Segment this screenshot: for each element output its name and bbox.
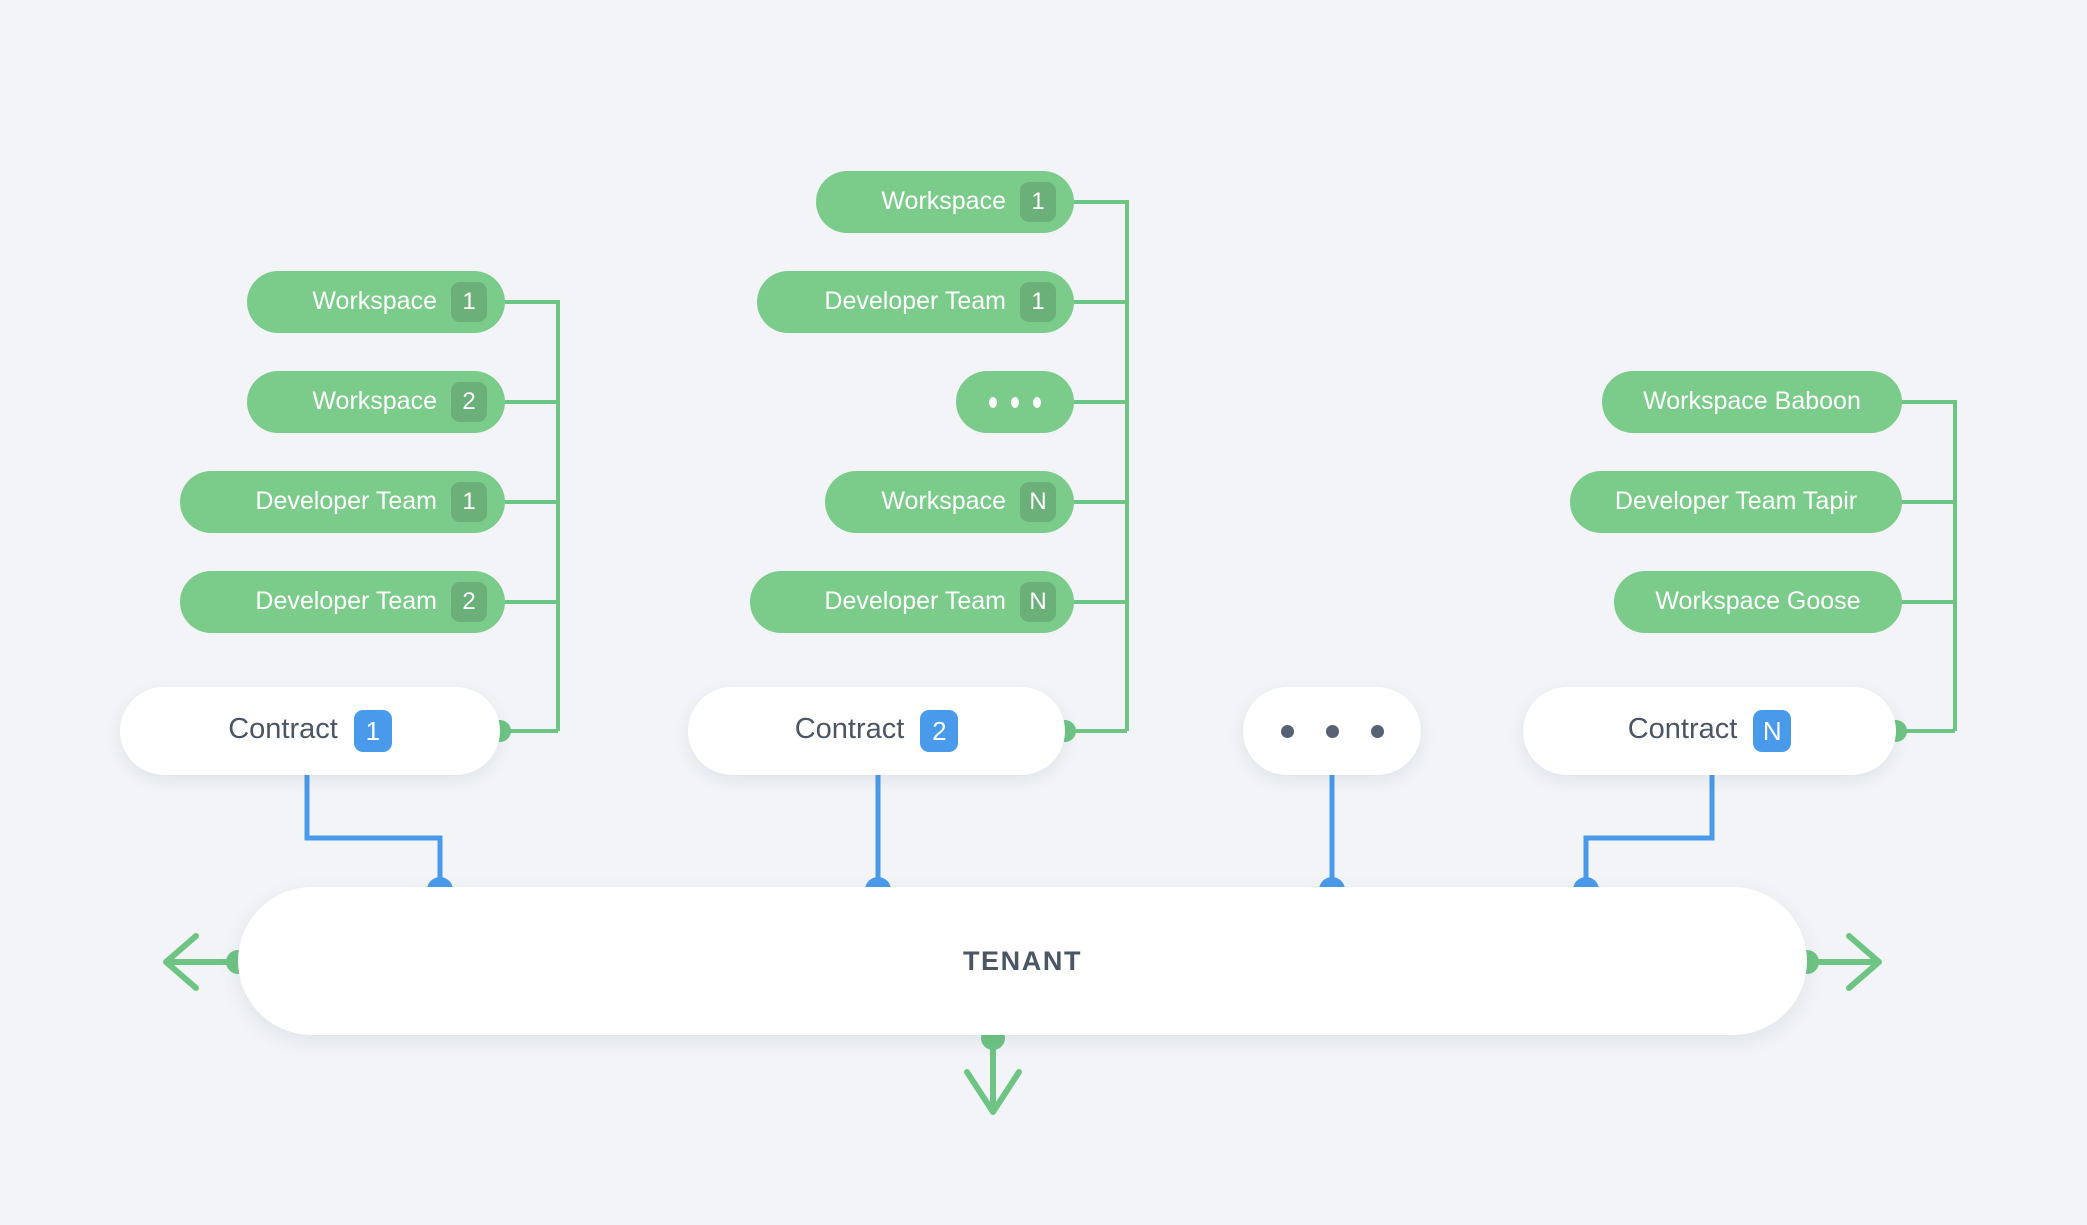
resource-pill[interactable]: Workspace Baboon: [1602, 371, 1902, 433]
resource-label: Workspace: [312, 386, 437, 415]
resource-pill[interactable]: Developer Team Tapir: [1570, 471, 1902, 533]
diagram-canvas: Workspace 1 Workspace 2 Developer Team 1…: [0, 0, 2087, 1225]
resource-label: Workspace: [881, 486, 1006, 515]
resource-badge: 2: [451, 382, 487, 422]
resource-label: Workspace Baboon: [1643, 386, 1861, 415]
contract-badge: N: [1753, 710, 1792, 752]
contract-node-ellipsis[interactable]: [1243, 687, 1421, 775]
tenant-label: TENANT: [962, 945, 1083, 976]
resource-badge: 1: [451, 282, 487, 322]
ellipsis-dot-icon: [989, 396, 997, 408]
contract-node[interactable]: Contract N: [1523, 687, 1896, 775]
resource-badge: 2: [451, 582, 487, 622]
resource-pill[interactable]: Workspace Goose: [1614, 571, 1902, 633]
resource-label: Developer Team Tapir: [1614, 486, 1858, 515]
resource-label: Developer Team: [824, 286, 1006, 315]
contract-badge: 2: [920, 710, 959, 752]
resource-pill[interactable]: Workspace 1: [816, 171, 1074, 233]
resource-pill[interactable]: Developer Team 1: [757, 271, 1074, 333]
resource-badge: 1: [451, 482, 487, 522]
resource-pill[interactable]: Workspace N: [825, 471, 1074, 533]
resource-label: Workspace Goose: [1655, 586, 1861, 615]
ellipsis-dot-icon: [1370, 724, 1384, 738]
contract-label: Contract: [794, 713, 905, 745]
resource-pill[interactable]: Developer Team 2: [180, 571, 505, 633]
resource-pill[interactable]: Developer Team 1: [180, 471, 505, 533]
ellipsis-dot-icon: [1325, 724, 1339, 738]
ellipsis-dot-icon: [1011, 396, 1019, 408]
resource-label: Developer Team: [255, 586, 437, 615]
resource-pill[interactable]: Developer Team N: [750, 571, 1074, 633]
contract-label: Contract: [228, 713, 338, 745]
resource-label: Developer Team: [824, 586, 1006, 615]
resource-pill-ellipsis[interactable]: [956, 371, 1074, 433]
ellipsis-dot-icon: [1033, 396, 1041, 408]
resource-label: Workspace: [312, 286, 437, 315]
resource-label: Workspace: [881, 186, 1006, 215]
ellipsis-dot-icon: [1280, 724, 1294, 738]
tenant-node[interactable]: TENANT: [238, 887, 1807, 1035]
contract-badge: 1: [353, 710, 392, 752]
resource-badge: N: [1020, 482, 1056, 522]
resource-badge: 1: [1020, 182, 1056, 222]
contract-node[interactable]: Contract 1: [120, 687, 500, 775]
resource-label: Developer Team: [255, 486, 437, 515]
contract-node[interactable]: Contract 2: [688, 687, 1065, 775]
contract-label: Contract: [1627, 713, 1738, 745]
resource-badge: 1: [1020, 282, 1056, 322]
resource-badge: N: [1020, 582, 1056, 622]
resource-pill[interactable]: Workspace 1: [247, 271, 505, 333]
resource-pill[interactable]: Workspace 2: [247, 371, 505, 433]
